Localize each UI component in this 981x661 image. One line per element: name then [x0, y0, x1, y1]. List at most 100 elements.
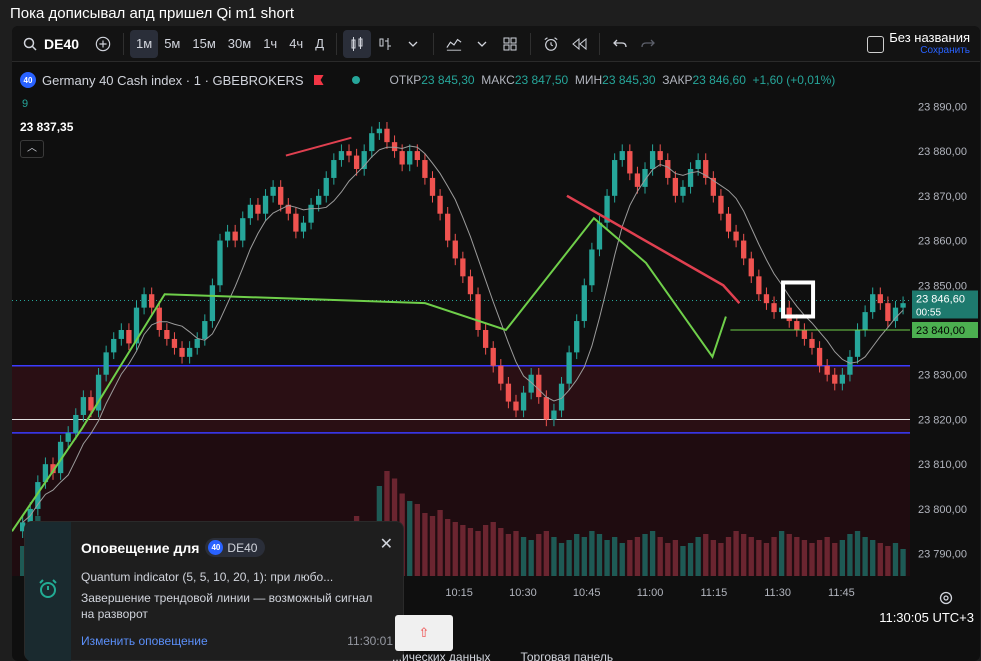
interval-1[interactable]: 5м	[158, 30, 186, 58]
volume-bar	[407, 501, 413, 576]
candle-body	[687, 168, 694, 187]
volume-bar	[900, 549, 906, 576]
gear-icon	[938, 591, 954, 610]
alert-strip	[25, 522, 71, 661]
candle-body	[672, 177, 679, 196]
redo-button[interactable]	[634, 30, 662, 58]
chart-style-button[interactable]	[371, 30, 399, 58]
y-tick-label: 23 870,00	[918, 191, 967, 203]
volume-bar	[741, 534, 747, 576]
server-clock[interactable]: 11:30:05 UTC+3	[879, 610, 974, 625]
grid-icon	[502, 36, 518, 52]
chart-style-dropdown[interactable]	[399, 30, 427, 58]
candle-body	[65, 432, 71, 442]
candle-body	[126, 330, 132, 344]
volume-bar	[490, 522, 496, 576]
volume-bar	[460, 525, 466, 576]
candle-body	[149, 294, 155, 308]
volume-bar	[748, 537, 754, 576]
interval-6[interactable]: Д	[309, 30, 330, 58]
candle-body	[262, 195, 269, 214]
tab-trading-panel[interactable]: Торговая панель	[520, 650, 613, 661]
candle-body	[558, 383, 565, 411]
alert-time: 11:30:01	[347, 634, 393, 648]
candle-body	[832, 374, 838, 384]
candle-body	[353, 155, 360, 169]
alert-button[interactable]	[537, 30, 565, 58]
volume-bar	[877, 543, 883, 576]
x-tick-label: 11:30	[764, 587, 791, 599]
candle-body	[224, 231, 231, 241]
candle-body	[756, 276, 762, 295]
interval-4[interactable]: 1ч	[257, 30, 283, 58]
volume-bar	[475, 531, 481, 576]
indicators-dropdown[interactable]	[468, 30, 496, 58]
candle-body	[240, 218, 246, 241]
candle-body	[88, 397, 94, 411]
candle-body	[695, 160, 701, 169]
volume-bar	[422, 513, 428, 576]
save-link[interactable]: Сохранить	[889, 45, 970, 56]
interval-5[interactable]: 4ч	[283, 30, 309, 58]
candle-body	[202, 321, 208, 339]
candle-body	[300, 222, 307, 232]
compare-button[interactable]	[89, 30, 117, 58]
settings-button[interactable]	[938, 590, 954, 611]
interval-3[interactable]: 30м	[222, 30, 257, 58]
candles-icon	[349, 36, 365, 52]
volume-bar	[763, 543, 770, 576]
candle-body	[232, 231, 238, 241]
low-value: 23 845,30	[602, 73, 656, 87]
candle-body	[657, 151, 663, 161]
volume-bar	[862, 537, 868, 576]
separator	[433, 32, 435, 55]
candle-body	[323, 177, 329, 196]
interval-2[interactable]: 15м	[186, 30, 221, 58]
indicators-button[interactable]	[440, 30, 468, 58]
candles-type-button[interactable]	[343, 29, 372, 58]
volume-bar	[718, 543, 724, 576]
scroll-up-button[interactable]: ⇧	[395, 615, 453, 651]
volume-bar	[528, 540, 534, 576]
volume-bar	[566, 540, 572, 576]
save-layout-button[interactable]: Без названия Сохранить	[889, 30, 970, 56]
interval-0[interactable]: 1м	[130, 29, 159, 58]
volume-bar	[574, 534, 580, 576]
candle-body	[839, 374, 846, 384]
tab-history[interactable]: ...ических данных	[392, 650, 490, 661]
edit-alert-link[interactable]: Изменить оповещение	[81, 634, 208, 648]
candle-body	[391, 142, 398, 152]
chevron-down-icon	[405, 36, 421, 52]
layout-checkbox[interactable]	[867, 36, 884, 53]
high-value: 23 847,50	[514, 73, 569, 87]
candle-body	[513, 401, 519, 411]
volume-bar	[885, 546, 891, 576]
candle-body	[316, 195, 322, 205]
symbol-search[interactable]: DE40	[12, 36, 89, 52]
candle-body	[862, 312, 868, 330]
collapse-legend-button[interactable]: ︿	[20, 140, 44, 158]
alert-notification: Оповещение для 40 DE40 ✕ Quantum indicat…	[24, 521, 404, 661]
symbol-badge: 40	[20, 72, 36, 88]
close-alert-button[interactable]: ✕	[380, 534, 393, 554]
replay-button[interactable]	[565, 30, 593, 58]
chart-window: DE40 1м 5м 15м 30м 1ч 4ч Д Без названия …	[12, 26, 980, 661]
undo-button[interactable]	[606, 30, 634, 58]
indicator-sub-value: 9	[22, 98, 29, 110]
volume-bar	[612, 537, 618, 576]
candle-body	[733, 231, 739, 241]
candle-body	[194, 338, 200, 348]
candle-body	[80, 397, 87, 415]
x-tick-label: 11:45	[828, 587, 855, 599]
market-status-icon	[351, 76, 360, 84]
volume-bar	[778, 531, 785, 576]
candle-body	[437, 195, 443, 214]
candle-body	[399, 151, 405, 165]
candle-body	[847, 356, 853, 375]
volume-bar	[467, 528, 474, 576]
candle-body	[627, 151, 633, 174]
legend: 40 Germany 40 Cash index · 1 · GBEBROKER…	[20, 72, 835, 88]
legend-title[interactable]: Germany 40 Cash index · 1 · GBEBROKERS	[42, 73, 304, 88]
volume-bar	[520, 537, 527, 576]
layout-button[interactable]	[496, 30, 524, 58]
